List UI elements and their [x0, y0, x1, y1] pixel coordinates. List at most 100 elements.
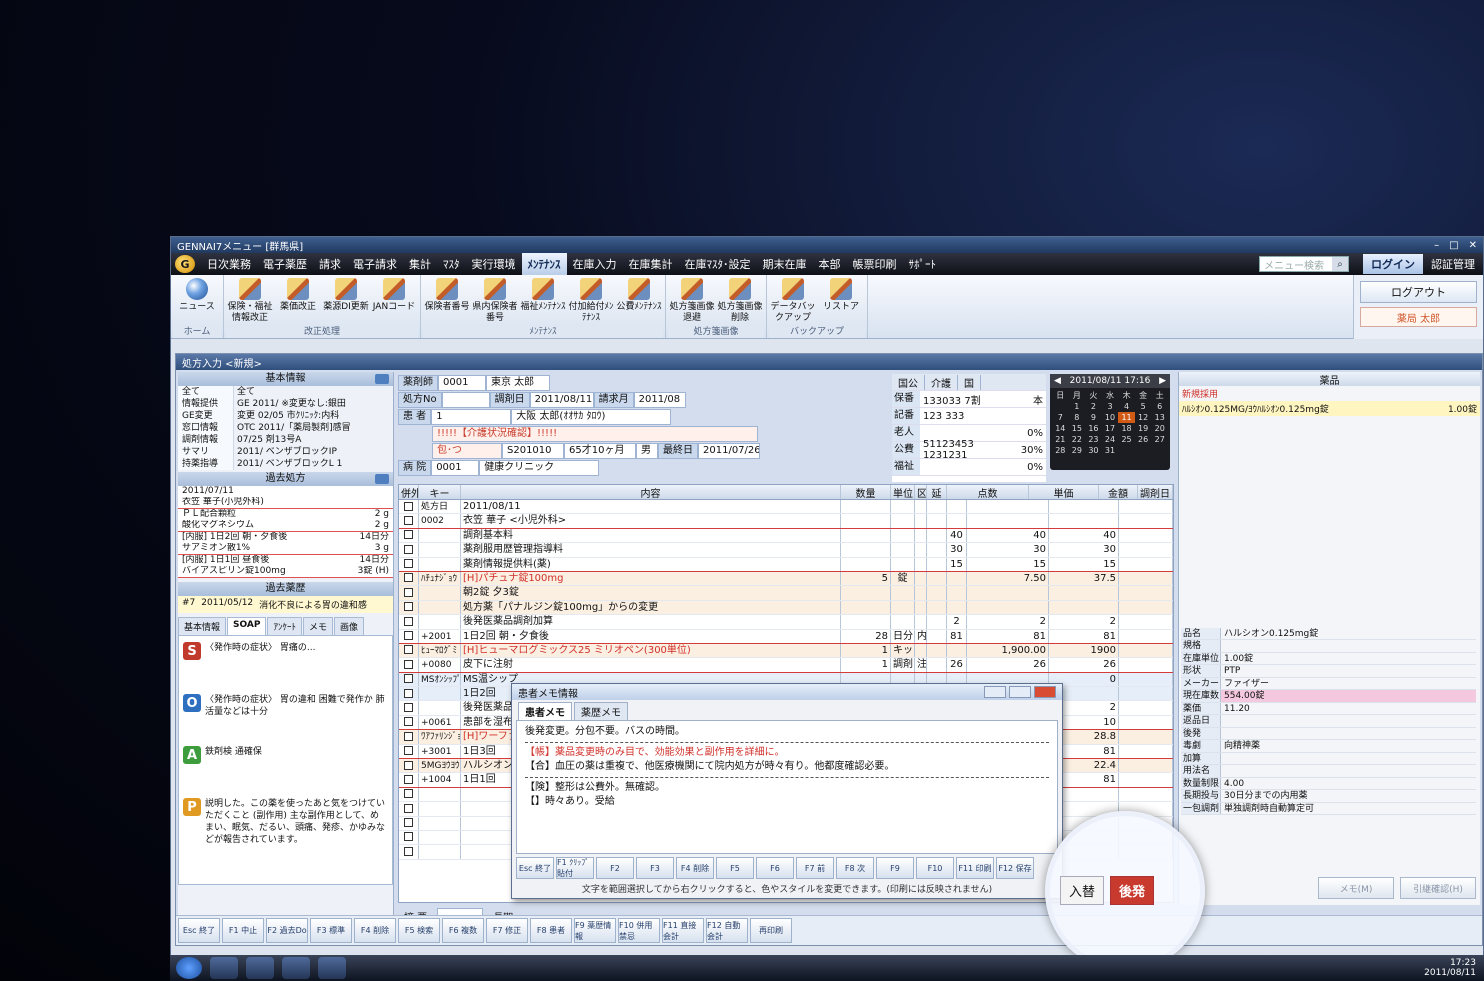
calendar-date[interactable]: 2 [1085, 401, 1102, 412]
menu-item[interactable]: 在庫ﾏｽﾀ･設定 [679, 253, 757, 275]
function-key[interactable]: F9 薬歴情報 [574, 918, 616, 943]
row-checkbox-cell[interactable] [399, 845, 419, 859]
menu-item[interactable]: 在庫入力 [567, 253, 623, 275]
row-checkbox-cell[interactable] [399, 543, 419, 557]
function-key[interactable]: F7 修正 [486, 918, 528, 943]
row-checkbox[interactable] [404, 674, 413, 684]
ribbon-button[interactable]: 保険者番号 [423, 275, 471, 326]
basic-info-row[interactable]: 窓口情報 OTC 2011/「薬局製剤]感冒 [178, 422, 393, 434]
past-prescription-row[interactable]: 酸化マグネシウム 2 g [178, 520, 393, 532]
ribbon-button[interactable]: 保険・福祉情報改正 [226, 275, 274, 326]
row-checkbox[interactable] [404, 746, 413, 756]
left-tab[interactable]: 画像 [334, 617, 365, 635]
calendar-date[interactable]: 21 [1052, 434, 1069, 445]
row-checkbox[interactable] [404, 631, 413, 641]
taskbar-app-icon[interactable] [318, 957, 346, 979]
row-checkbox[interactable] [404, 559, 413, 569]
row-checkbox[interactable] [404, 702, 413, 712]
row-checkbox-cell[interactable] [399, 787, 419, 802]
menu-item[interactable]: 帳票印刷 [847, 253, 903, 275]
function-key[interactable]: F5 検索 [398, 918, 440, 943]
calendar-date[interactable]: 11 [1118, 412, 1135, 423]
basic-info-row[interactable]: 全て 全て [178, 386, 393, 398]
function-key[interactable]: F3 標準 [310, 918, 352, 943]
row-checkbox-cell[interactable] [399, 744, 419, 759]
calendar-date[interactable]: 16 [1085, 423, 1102, 434]
row-checkbox-cell[interactable] [399, 773, 419, 787]
patient-no-field[interactable]: 1 [431, 408, 512, 425]
calendar-next-icon[interactable]: ▶ [1159, 376, 1166, 386]
row-checkbox-cell[interactable] [399, 514, 419, 528]
ribbon-button[interactable]: 処方箋画像退避 [668, 275, 716, 326]
close-icon[interactable]: ✕ [1469, 240, 1477, 251]
row-checkbox[interactable] [404, 544, 413, 554]
row-checkbox[interactable] [404, 573, 413, 583]
drug-row[interactable]: ﾊﾙｼｵﾝ0.125MG/ﾖｳﾊﾙｼｵﾝ0.125mg錠 1.00錠 [1179, 401, 1480, 416]
calendar-date[interactable]: 29 [1069, 445, 1086, 456]
menu-item[interactable]: 在庫集計 [623, 253, 679, 275]
dispense-date-field[interactable]: 2011/08/11 [529, 391, 594, 408]
row-checkbox[interactable] [404, 846, 413, 856]
basic-info-row[interactable]: 情報提供 GE 2011/ ※変更なし:銀田 [178, 398, 393, 410]
calendar-date[interactable]: 27 [1151, 434, 1168, 445]
search-icon[interactable]: ⌕ [1332, 257, 1348, 271]
maximize-icon[interactable] [1009, 686, 1031, 698]
maximize-icon[interactable]: □ [1449, 240, 1458, 251]
ribbon-button[interactable]: 薬源DI更新 [322, 275, 370, 326]
expand-icon[interactable] [375, 474, 389, 484]
row-checkbox-cell[interactable] [399, 600, 419, 615]
calendar-date[interactable] [1118, 445, 1135, 456]
menu-item[interactable]: 本部 [813, 253, 847, 275]
calendar-date[interactable]: 5 [1135, 401, 1152, 412]
left-tab[interactable]: SOAP [227, 617, 267, 635]
memo-function-key[interactable]: F2 [596, 857, 634, 879]
row-checkbox-cell[interactable] [399, 830, 419, 845]
calendar-date[interactable]: 15 [1069, 423, 1086, 434]
memo-function-key[interactable]: F12 保存 [996, 857, 1034, 879]
calendar-date[interactable]: 7 [1052, 412, 1069, 423]
calendar-date[interactable]: 17 [1102, 423, 1119, 434]
ribbon-button[interactable]: データバックアップ [769, 275, 817, 326]
menu-item[interactable]: 電子薬歴 [257, 253, 313, 275]
ribbon-button[interactable]: 処方箋画像削除 [716, 275, 764, 326]
row-checkbox[interactable] [404, 803, 413, 813]
calendar-date[interactable] [1135, 445, 1152, 456]
row-checkbox-cell[interactable] [399, 658, 419, 672]
calendar-date[interactable]: 23 [1085, 434, 1102, 445]
calendar-date[interactable]: 19 [1135, 423, 1152, 434]
calendar-date[interactable]: 22 [1069, 434, 1086, 445]
row-checkbox-cell[interactable] [399, 571, 419, 586]
row-checkbox-cell[interactable] [399, 701, 419, 715]
row-checkbox-cell[interactable] [399, 615, 419, 629]
memo-tab[interactable]: 薬歴メモ [574, 702, 628, 720]
table-row[interactable]: 薬剤情報提供料(薬) 15 15 15 [399, 557, 1173, 572]
table-row[interactable]: 調剤基本料 40 40 40 [399, 528, 1173, 544]
row-checkbox[interactable] [404, 515, 413, 525]
generic-button[interactable]: 後発 [1110, 876, 1155, 905]
menu-search-input[interactable]: メニュー検索 ⌕ [1259, 256, 1349, 272]
minimize-icon[interactable] [984, 686, 1006, 698]
row-checkbox-cell[interactable] [399, 730, 419, 744]
claim-month-field[interactable]: 2011/08 [633, 391, 686, 408]
past-prescription-row[interactable]: バイアスピリン錠100mg 3錠 (H) [178, 566, 393, 578]
row-checkbox-cell[interactable] [399, 715, 419, 730]
calendar-date[interactable]: 26 [1135, 434, 1152, 445]
menu-item[interactable]: 日次業務 [201, 253, 257, 275]
memo-function-key[interactable]: Esc 終了 [516, 857, 554, 879]
patient-name-field[interactable]: 大阪 太郎(ｵｵｻｶ ﾀﾛｳ) [511, 408, 672, 425]
row-checkbox[interactable] [404, 645, 413, 655]
hospital-name-field[interactable]: 健康クリニック [479, 459, 600, 476]
row-checkbox-cell[interactable] [399, 629, 419, 643]
menu-item[interactable]: 電子請求 [347, 253, 403, 275]
table-row[interactable]: ﾊﾁｭﾅｼﾞｮｳ [H]パチュナ錠100mg 5 錠 7.50 37.5 [399, 571, 1173, 587]
handover-button[interactable]: 引継確認(H) [1400, 877, 1476, 899]
menu-item[interactable]: 集計 [403, 253, 437, 275]
memo-body[interactable]: 後発変更。分包不要。バスの時間。 【帳】薬品変更時のみ目で、効能効果と副作用を詳細… [516, 720, 1058, 854]
menu-item[interactable]: 請求 [313, 253, 347, 275]
menu-item[interactable]: 期末在庫 [757, 253, 813, 275]
memo-function-key[interactable]: F6 [756, 857, 794, 879]
calendar-date[interactable]: 8 [1069, 412, 1086, 423]
calendar-date[interactable]: 13 [1151, 412, 1168, 423]
row-checkbox[interactable] [404, 530, 413, 540]
calendar-date[interactable]: 4 [1118, 401, 1135, 412]
